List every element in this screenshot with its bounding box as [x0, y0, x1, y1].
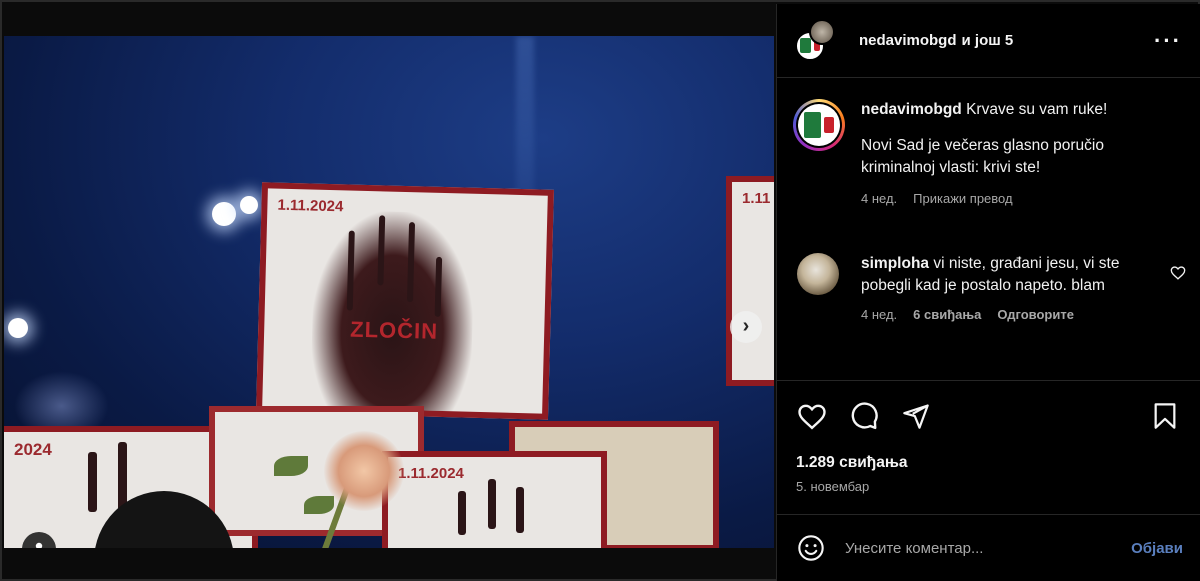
like-button[interactable] [795, 399, 829, 433]
post-comment-button[interactable]: Објави [1131, 540, 1183, 557]
comments-list: nedavimobgd Krvave su vam ruke! Novi Sad… [777, 79, 1200, 381]
street-light [240, 196, 258, 214]
comment-bubble-icon [851, 402, 878, 430]
post-sidebar: nedavimobgd и још 5 ··· nedavimobgd Krva… [776, 4, 1200, 581]
post-photo[interactable]: 1.11.2024 ZLOČIN 1.11 2024 1.11.2024 › [4, 36, 774, 548]
caption-username[interactable]: nedavimobgd [861, 101, 962, 118]
paint-drip [488, 479, 496, 529]
comment-like-heart-icon[interactable] [1170, 265, 1186, 280]
caption-line1: Krvave su vam ruke! [966, 101, 1108, 118]
coauthor-avatars[interactable] [795, 18, 839, 63]
emoji-button[interactable] [795, 532, 827, 564]
post-date[interactable]: 5. новембар [796, 479, 869, 494]
caption-item: nedavimobgd Krvave su vam ruke! Novi Sad… [793, 99, 1181, 206]
bookmark-icon [1154, 403, 1176, 429]
comment-likes[interactable]: 6 свиђања [913, 307, 981, 322]
post-actions [795, 396, 1182, 436]
caption-line2: Novi Sad je večeras glasno poručio krimi… [861, 137, 1104, 176]
paint-drip [516, 487, 524, 533]
comment-time[interactable]: 4 нед. [861, 307, 897, 322]
sign-word: ZLOČIN [349, 316, 439, 344]
comment-username[interactable]: simploha [861, 255, 929, 272]
header-username[interactable]: nedavimobgd [859, 32, 957, 49]
more-horizontal-icon[interactable]: ··· [1154, 28, 1182, 54]
comment-input[interactable] [845, 539, 1132, 557]
paper-plane-icon [903, 404, 929, 429]
leaf [274, 456, 308, 476]
street-light [8, 318, 28, 338]
caption-time[interactable]: 4 нед. [861, 191, 897, 206]
translate-link[interactable]: Прикажи превод [913, 191, 1012, 206]
post-modal: 1.11.2024 ZLOČIN 1.11 2024 1.11.2024 › n… [0, 0, 1200, 581]
reply-button[interactable]: Одговорите [997, 307, 1074, 322]
carousel-next-button[interactable]: › [730, 311, 762, 343]
protest-sign: 1.11.2024 [382, 451, 607, 548]
sign-date: 1.11 [742, 190, 771, 207]
user-icon [35, 542, 43, 548]
paint-drip [458, 491, 466, 535]
smiley-icon [798, 535, 824, 561]
likes-count[interactable]: 1.289 свиђања [796, 454, 908, 472]
account-logo-icon [798, 104, 840, 146]
street-light [212, 202, 236, 226]
heart-icon [798, 404, 826, 430]
share-button[interactable] [899, 399, 933, 433]
comment-composer: Објави [777, 514, 1200, 581]
header-coauthors[interactable]: и још 5 [962, 32, 1014, 49]
story-ring-avatar[interactable] [793, 99, 845, 151]
commenter-avatar[interactable] [797, 253, 839, 295]
save-button[interactable] [1148, 399, 1182, 433]
paint-drip [88, 452, 97, 512]
sign-date: 1.11.2024 [398, 465, 464, 482]
rose [324, 431, 404, 511]
coauthor-avatar[interactable] [809, 18, 835, 45]
leaf [304, 496, 334, 514]
protest-sign: 1.11 [726, 176, 774, 386]
comment-button[interactable] [847, 399, 881, 433]
sign-date: 2024 [14, 440, 52, 459]
post-header: nedavimobgd и још 5 ··· [777, 4, 1200, 78]
hand-print [310, 209, 476, 414]
comment-item: simploha vi niste, građani jesu, vi ste … [797, 253, 1156, 322]
protest-sign: 1.11.2024 ZLOČIN [256, 182, 554, 420]
